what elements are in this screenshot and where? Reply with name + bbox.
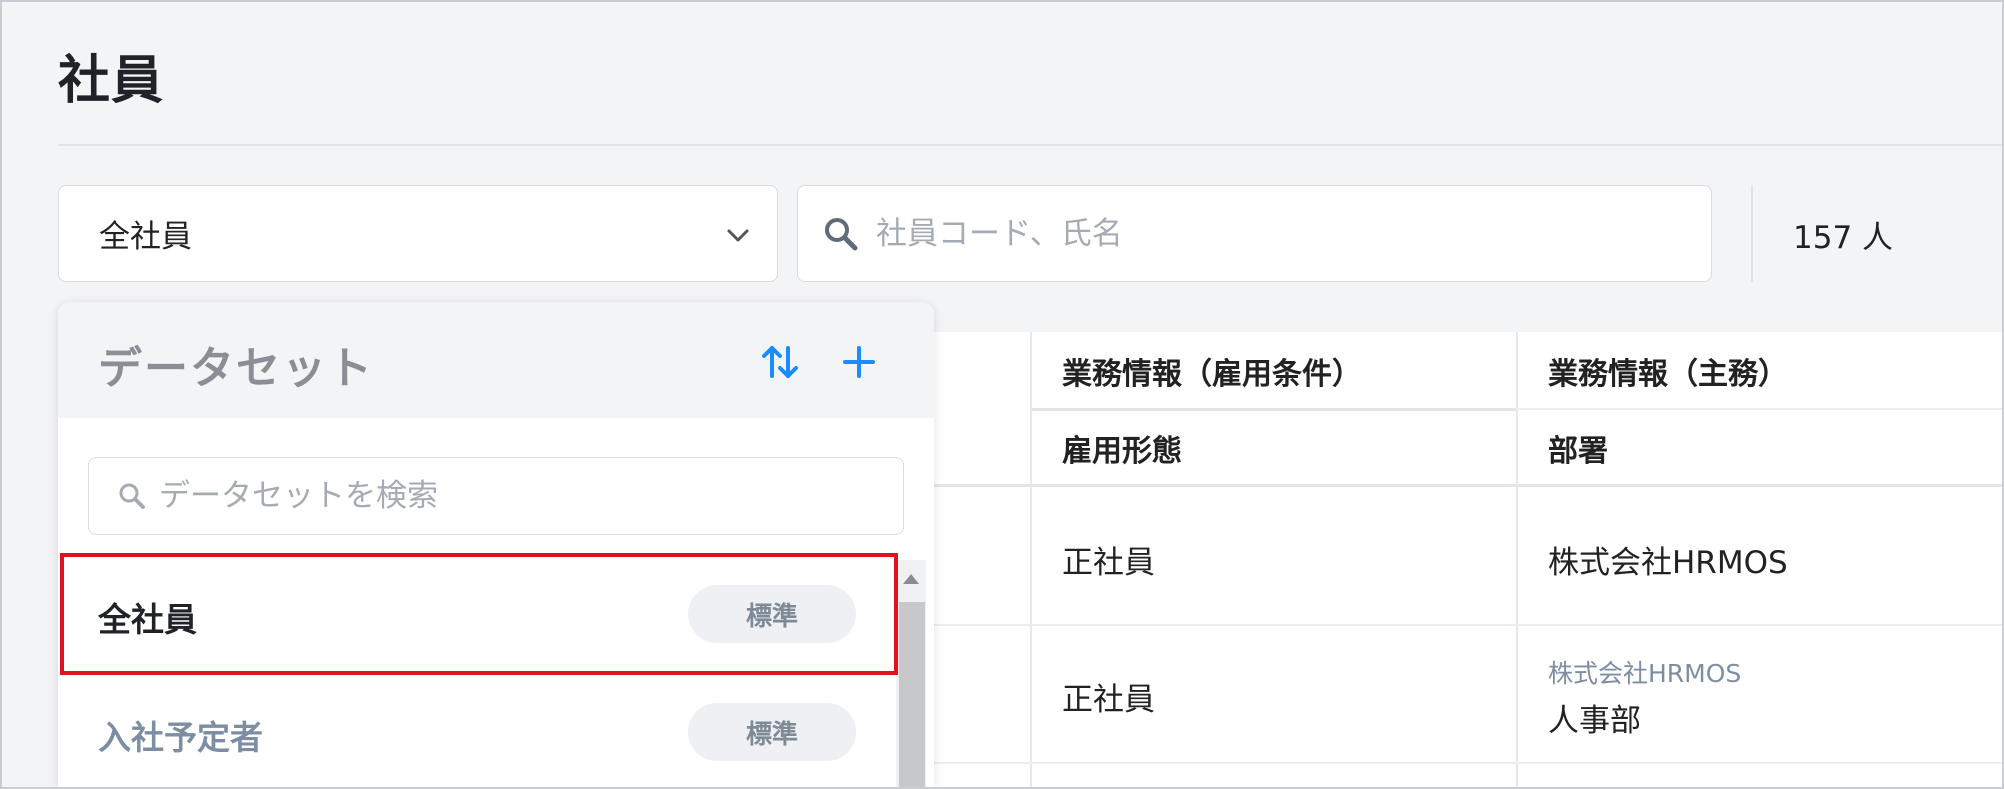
table-cell-department: 人事部 [1548, 703, 1641, 739]
dataset-search[interactable] [88, 457, 904, 535]
standard-badge: 標準 [688, 585, 856, 643]
column-group-employment: 業務情報（雇用条件） [1062, 357, 1362, 392]
title-divider [58, 144, 2004, 146]
table-cell-company: 株式会社HRMOS [1548, 659, 1742, 688]
table-column-divider [1030, 332, 1032, 789]
employee-table: 業務情報（雇用条件） 業務情報（主務） 雇用形態 部署 正社員 株式会社HRMO… [930, 332, 2004, 789]
table-cell-department: 株式会社HRMOS [1548, 545, 1788, 581]
employee-count: 157 人 [1793, 220, 1894, 256]
standard-badge: 標準 [688, 703, 856, 761]
search-icon [119, 483, 145, 509]
dataset-item-label: 入社予定者 [98, 718, 263, 757]
column-header-department[interactable]: 部署 [1548, 410, 1608, 486]
dataset-search-input[interactable] [159, 478, 899, 514]
dataset-select-value: 全社員 [99, 219, 192, 255]
table-cell-employment-type: 正社員 [1062, 545, 1155, 581]
dataset-item-prospective-hires[interactable]: 入社予定者 標準 [58, 675, 896, 789]
scroll-up-arrow-icon[interactable] [903, 574, 919, 584]
dataset-list-scrollbar[interactable] [896, 560, 926, 789]
sort-arrows-icon[interactable] [758, 340, 802, 384]
dataset-panel-title: データセット [98, 343, 374, 394]
dataset-item-label: 全社員 [98, 600, 197, 639]
dataset-select[interactable]: 全社員 [58, 185, 778, 282]
table-cell-employment-type: 正社員 [1062, 682, 1155, 718]
column-header-employment-type[interactable]: 雇用形態 [1062, 410, 1182, 486]
dataset-dropdown-panel: データセット 全社員 標準 入社予定者 標準 [58, 302, 934, 789]
count-divider [1751, 185, 1753, 282]
header-divider [930, 484, 2004, 487]
column-group-primary: 業務情報（主務） [1548, 357, 1788, 392]
dataset-item-all-employees[interactable]: 全社員 標準 [58, 557, 896, 675]
employee-search-input[interactable] [876, 215, 1696, 252]
table-column-divider [1516, 332, 1518, 789]
plus-icon[interactable] [837, 340, 881, 384]
page-title: 社員 [58, 51, 165, 111]
scroll-thumb[interactable] [899, 602, 925, 789]
chevron-down-icon [727, 229, 749, 242]
row-divider [930, 624, 2004, 626]
row-divider [930, 762, 2004, 764]
employee-search[interactable] [797, 185, 1712, 282]
search-icon [825, 217, 858, 250]
